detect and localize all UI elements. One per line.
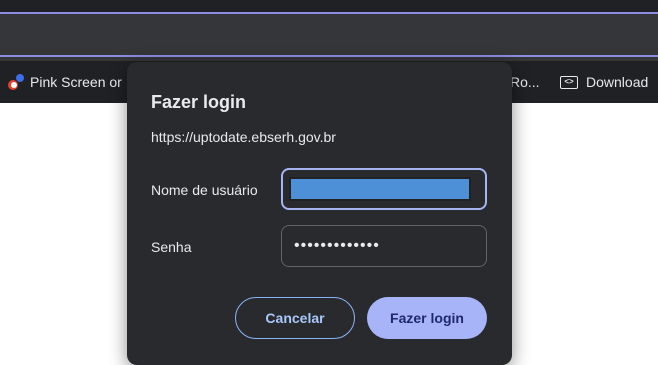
bookmark-label: Pink Screen or — [30, 74, 122, 90]
login-dialog: Fazer login https://uptodate.ebserh.gov.… — [127, 62, 512, 365]
username-field[interactable] — [281, 168, 487, 210]
username-autofill-value[interactable] — [289, 177, 471, 201]
password-label: Senha — [151, 239, 192, 255]
dialog-url: https://uptodate.ebserh.gov.br — [151, 129, 336, 145]
cancel-button[interactable]: Cancelar — [235, 297, 355, 339]
bookmark-ro[interactable]: Ro... — [510, 74, 540, 90]
bookmark-download[interactable]: <> Download — [560, 74, 648, 90]
dialog-title: Fazer login — [151, 92, 247, 112]
bookmark-label: Download — [586, 74, 649, 90]
username-label: Nome de usuário — [151, 182, 258, 198]
toolbar — [0, 16, 658, 57]
download-badge-icon: <> — [560, 75, 578, 89]
tab-strip — [0, 0, 658, 14]
browser-chrome — [0, 0, 658, 61]
bookmark-label: Ro... — [510, 74, 540, 90]
password-field[interactable]: ••••••••••••• — [281, 225, 487, 267]
flower-icon — [8, 74, 24, 90]
bookmark-pink-screen[interactable]: Pink Screen or — [8, 74, 122, 90]
login-button[interactable]: Fazer login — [367, 297, 487, 339]
